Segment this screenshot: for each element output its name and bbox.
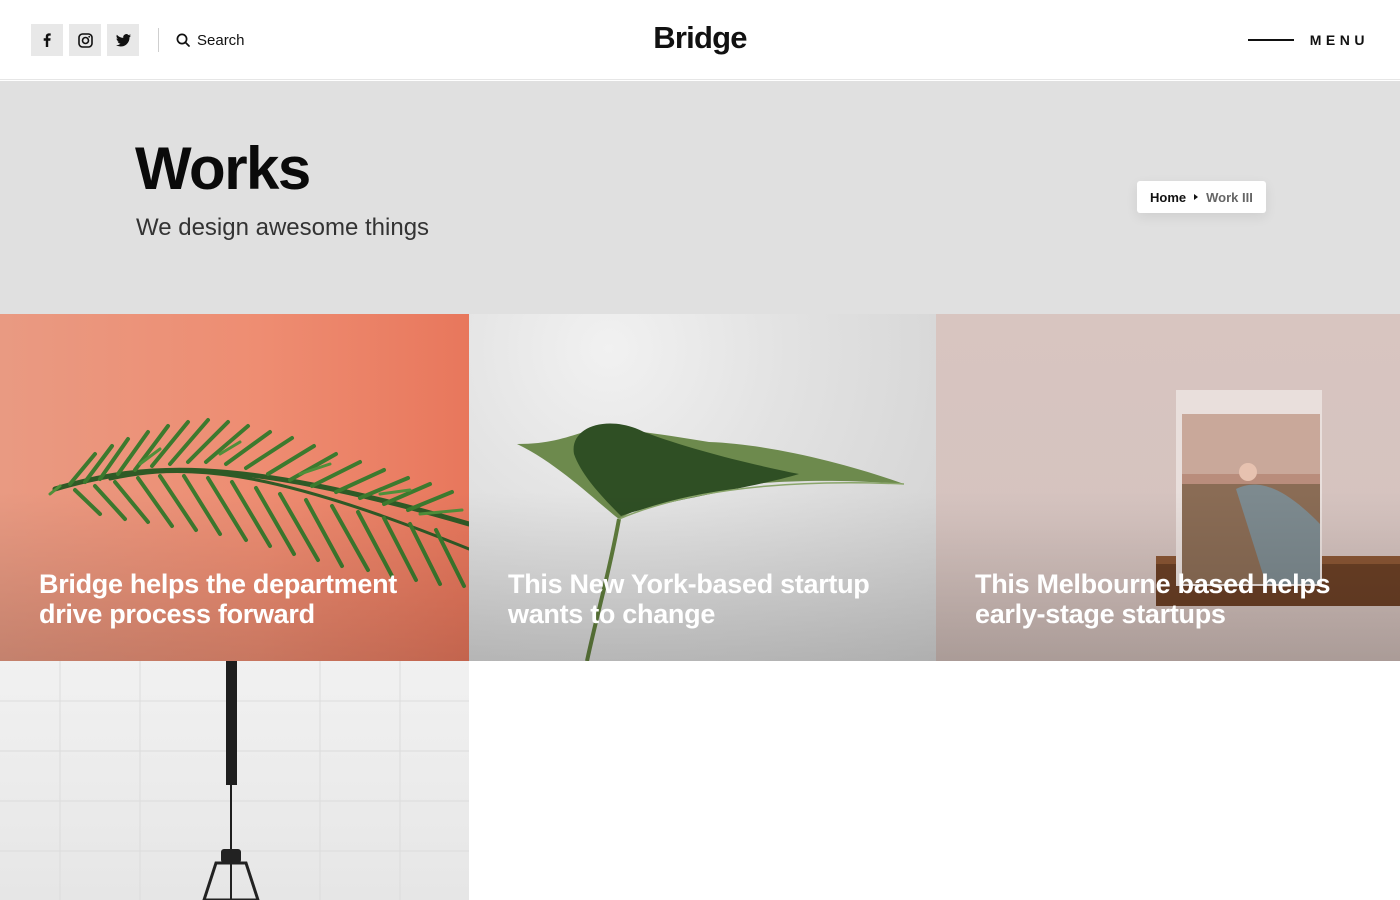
portfolio-item-title[interactable]: This Melbourne based helps early-stage s…: [975, 569, 1375, 629]
facebook-link[interactable]: [31, 24, 63, 56]
header-divider: [158, 28, 159, 52]
portfolio-item-title[interactable]: Bridge helps the department drive proces…: [39, 569, 439, 629]
search-button[interactable]: Search: [176, 30, 245, 50]
instagram-icon: [77, 32, 93, 48]
portfolio-item[interactable]: [0, 661, 469, 900]
title-band: Works We design awesome things Home Work…: [0, 81, 1400, 314]
portfolio-item-title[interactable]: This New York-based startup wants to cha…: [508, 569, 908, 629]
pendant-lamp-image: [0, 661, 469, 900]
breadcrumb: Home Work III: [1137, 181, 1266, 213]
menu-label: MENU: [1309, 32, 1369, 48]
facebook-icon: [43, 33, 51, 47]
page-subtitle: We design awesome things: [136, 214, 430, 241]
portfolio-item[interactable]: This Melbourne based helps early-stage s…: [936, 314, 1400, 661]
page-title: Works: [135, 135, 311, 202]
menu-button[interactable]: MENU: [1247, 26, 1369, 54]
breadcrumb-current: Work III: [1206, 189, 1253, 205]
site-header: Search Bridge MENU: [0, 0, 1400, 80]
twitter-link[interactable]: [107, 24, 139, 56]
twitter-icon: [115, 33, 131, 46]
portfolio-item[interactable]: Bridge helps the department drive proces…: [0, 314, 469, 661]
instagram-link[interactable]: [69, 24, 101, 56]
search-icon: [176, 33, 190, 47]
breadcrumb-home-link[interactable]: Home: [1150, 190, 1186, 205]
search-label: Search: [197, 31, 245, 49]
hamburger-icon: [1247, 39, 1294, 41]
portfolio-item[interactable]: This New York-based startup wants to cha…: [469, 314, 936, 661]
breadcrumb-arrow-icon: [1194, 194, 1199, 200]
